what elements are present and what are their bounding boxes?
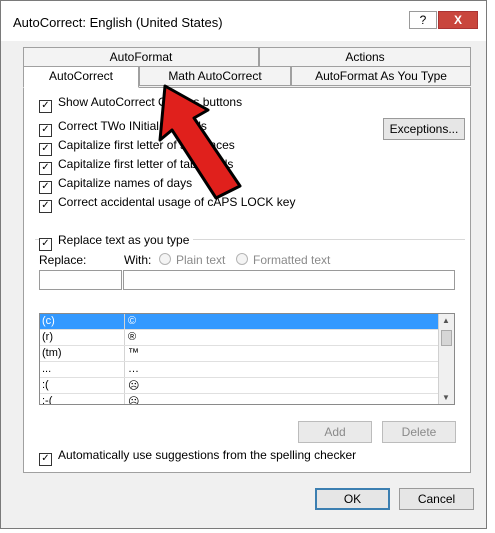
add-button[interactable]: Add bbox=[298, 421, 372, 443]
option-replace-text[interactable]: ✓ Replace text as you type bbox=[39, 232, 194, 251]
scroll-up-icon[interactable]: ▲ bbox=[442, 316, 450, 325]
radio-icon[interactable] bbox=[159, 253, 171, 265]
checkbox-icon[interactable]: ✓ bbox=[39, 162, 52, 175]
checkbox-icon[interactable]: ✓ bbox=[39, 181, 52, 194]
tab-actions[interactable]: Actions bbox=[259, 47, 471, 67]
window-title: AutoCorrect: English (United States) bbox=[13, 15, 223, 30]
radio-icon[interactable] bbox=[236, 253, 248, 265]
checkbox-icon[interactable]: ✓ bbox=[39, 453, 52, 466]
checkbox-icon[interactable]: ✓ bbox=[39, 238, 52, 251]
plain-text-radio[interactable]: Plain text bbox=[159, 253, 225, 267]
list-item[interactable]: (c) © bbox=[40, 314, 454, 330]
replace-label: Replace: bbox=[39, 253, 87, 267]
option-capitalize-table-cells[interactable]: ✓ Capitalize first letter of table cells bbox=[39, 156, 233, 175]
tab-autoformat-as-you-type[interactable]: AutoFormat As You Type bbox=[291, 66, 471, 86]
replacement-list[interactable]: (c) © (r) ® (tm) ™ ...… :(☹ :-(☹ ▲ ▼ bbox=[39, 313, 455, 405]
tab-math-autocorrect[interactable]: Math AutoCorrect bbox=[139, 66, 291, 86]
tab-autoformat[interactable]: AutoFormat bbox=[23, 47, 259, 67]
close-button[interactable]: X bbox=[438, 11, 478, 29]
with-label: With: bbox=[124, 253, 152, 267]
list-item[interactable]: :(☹ bbox=[40, 378, 454, 394]
option-correct-two-initial-capitals[interactable]: ✓ Correct TWo INitial CApitals bbox=[39, 118, 207, 137]
list-item[interactable]: :-(☹ bbox=[40, 394, 454, 404]
formatted-text-radio[interactable]: Formatted text bbox=[236, 253, 330, 267]
delete-button[interactable]: Delete bbox=[382, 421, 456, 443]
option-capitalize-sentences[interactable]: ✓ Capitalize first letter of sentences bbox=[39, 137, 235, 156]
list-scrollbar[interactable]: ▲ ▼ bbox=[438, 314, 454, 404]
scroll-down-icon[interactable]: ▼ bbox=[442, 393, 450, 402]
scroll-thumb[interactable] bbox=[441, 330, 452, 346]
list-item[interactable]: ...… bbox=[40, 362, 454, 378]
title-bar: AutoCorrect: English (United States) ? X bbox=[1, 1, 486, 41]
checkbox-icon[interactable]: ✓ bbox=[39, 124, 52, 137]
option-capitalize-days[interactable]: ✓ Capitalize names of days bbox=[39, 175, 192, 194]
option-show-autocorrect-buttons[interactable]: ✓ Show AutoCorrect Options buttons bbox=[39, 94, 242, 113]
cancel-button[interactable]: Cancel bbox=[399, 488, 474, 510]
exceptions-button[interactable]: Exceptions... bbox=[383, 118, 465, 140]
list-item[interactable]: (r) ® bbox=[40, 330, 454, 346]
checkbox-icon[interactable]: ✓ bbox=[39, 200, 52, 213]
with-input[interactable] bbox=[123, 270, 455, 290]
option-correct-caps-lock[interactable]: ✓ Correct accidental usage of cAPS LOCK k… bbox=[39, 194, 295, 213]
ok-button[interactable]: OK bbox=[315, 488, 390, 510]
checkbox-icon[interactable]: ✓ bbox=[39, 100, 52, 113]
help-button[interactable]: ? bbox=[409, 11, 437, 29]
list-item[interactable]: (tm) ™ bbox=[40, 346, 454, 362]
tab-autocorrect[interactable]: AutoCorrect bbox=[23, 66, 139, 88]
checkbox-icon[interactable]: ✓ bbox=[39, 143, 52, 156]
autocorrect-dialog: AutoCorrect: English (United States) ? X… bbox=[0, 0, 487, 529]
option-spelling-suggestions[interactable]: ✓ Automatically use suggestions from the … bbox=[39, 447, 356, 466]
replace-input[interactable] bbox=[39, 270, 122, 290]
